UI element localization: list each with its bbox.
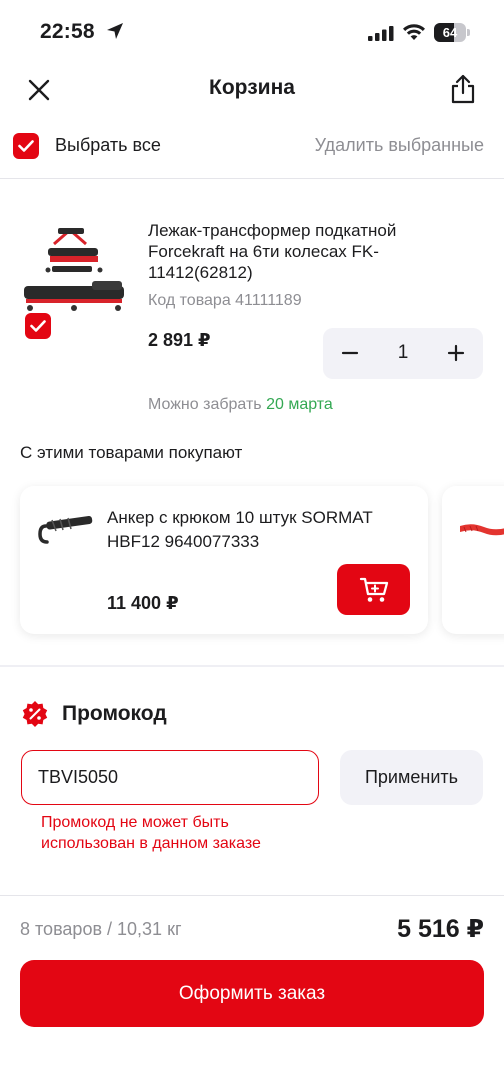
increase-quantity-button[interactable] — [443, 340, 469, 366]
recommendation-card[interactable]: Анкер с крюком 10 штук SORMAT HBF12 9640… — [20, 486, 428, 634]
product-image[interactable] — [18, 226, 130, 316]
checkout-button[interactable]: Оформить заказ — [20, 960, 484, 1027]
add-to-cart-button[interactable] — [337, 564, 410, 615]
cart-icon — [359, 577, 388, 602]
share-button[interactable] — [446, 71, 480, 107]
promo-title: Промокод — [62, 702, 167, 725]
product-price: 2 891 ₽ — [148, 330, 211, 350]
promo-code-input[interactable] — [21, 750, 319, 805]
select-all-checkbox[interactable] — [13, 133, 39, 159]
percent-badge-icon — [22, 701, 48, 727]
wifi-icon — [403, 24, 425, 40]
pickup-label: Можно забрать — [148, 396, 262, 413]
recommendation-price: 11 400 ₽ — [107, 593, 179, 613]
order-total: 5 516 ₽ — [397, 915, 484, 943]
product-code: Код товара 41111189 — [148, 292, 302, 309]
cellular-signal-icon — [368, 26, 394, 41]
section-divider — [0, 665, 504, 667]
share-icon — [451, 74, 475, 104]
select-all-row: Выбрать все Удалить выбранные — [0, 126, 504, 166]
product-image — [460, 524, 504, 536]
status-bar: 22:58 64 — [0, 0, 504, 62]
order-count-weight: 8 товаров / 10,31 кг — [20, 919, 182, 939]
checkmark-icon — [30, 320, 46, 332]
checkmark-icon — [18, 140, 34, 152]
pickup-info: Можно забрать 20 марта — [148, 396, 333, 414]
apply-promo-button[interactable]: Применить — [340, 750, 483, 805]
page-title: Корзина — [209, 76, 295, 99]
promo-error-message: Промокод не может быть использован в дан… — [41, 814, 261, 852]
delete-selected-button[interactable]: Удалить выбранные — [315, 135, 484, 156]
product-checkbox[interactable] — [25, 313, 51, 339]
recommendation-name[interactable]: Анкер с крюком 10 штук SORMAT HBF12 9640… — [107, 506, 417, 554]
recommendations-title: С этими товарами покупают — [20, 443, 243, 462]
product-image — [38, 515, 93, 544]
divider — [0, 895, 504, 896]
select-all-label[interactable]: Выбрать все — [55, 135, 161, 156]
pickup-date: 20 марта — [266, 396, 333, 413]
header: Корзина — [0, 62, 504, 118]
battery-percent: 64 — [442, 25, 458, 40]
status-time: 22:58 — [40, 20, 95, 43]
location-arrow-icon — [107, 23, 123, 39]
quantity-stepper: 1 — [323, 328, 483, 379]
product-name[interactable]: Лежак-трансформер подкатной Forcekraft н… — [148, 220, 448, 283]
divider — [0, 178, 504, 179]
plus-icon — [447, 344, 465, 362]
battery-icon: 64 — [434, 23, 470, 42]
recommendation-card[interactable] — [442, 486, 504, 634]
